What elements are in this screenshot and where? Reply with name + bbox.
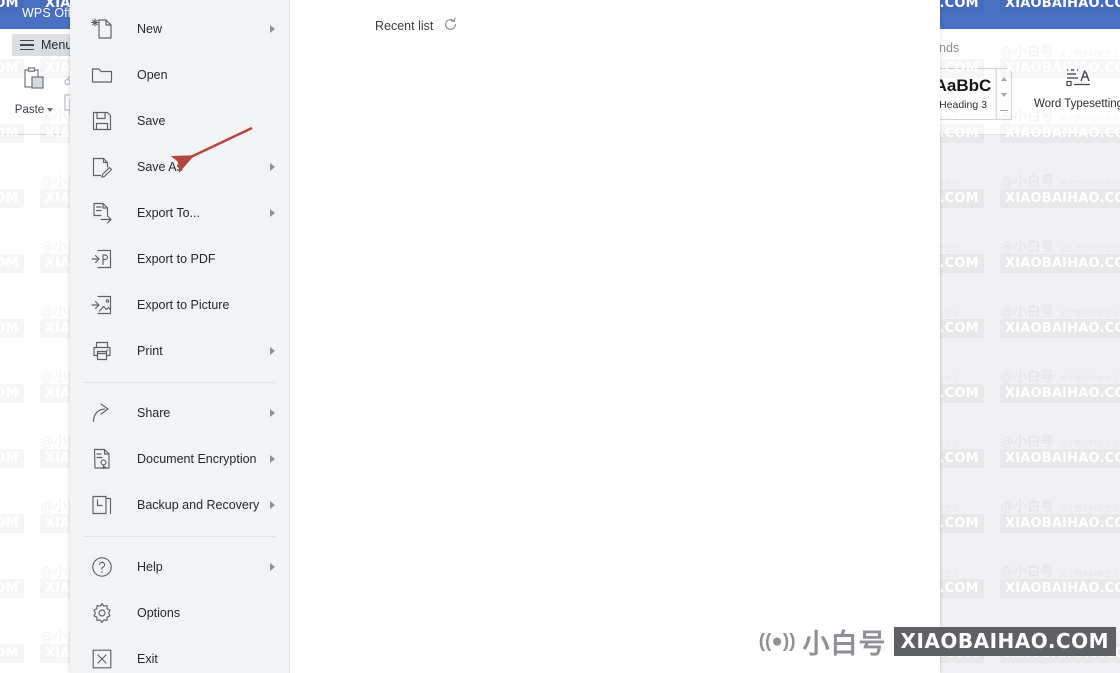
menu-item-options[interactable]: Options [70,590,289,636]
submenu-chevron-icon [270,563,275,571]
printer-icon [90,339,114,363]
menu-item-document-encryption[interactable]: Document Encryption [70,436,289,482]
word-typesetting-label: Word Typesetting [1034,98,1120,110]
style-preview-3: AaBbC [934,76,992,95]
submenu-chevron-icon [270,347,275,355]
document-lock-icon [90,447,114,471]
menu-item-label: Help [137,560,163,574]
hamburger-icon [20,39,34,51]
menu-item-new[interactable]: New [70,6,289,52]
recent-list-header: Recent list [375,17,458,35]
menu-item-export-to-pdf[interactable]: Export to PDF [70,236,289,282]
close-box-icon [90,647,114,671]
menu-item-label: Export to Picture [137,298,230,312]
chevron-down-icon [47,108,54,112]
menu-item-label: Share [137,406,171,420]
app-title: WPS Offi [22,6,74,20]
scroll-up-icon[interactable] [1001,77,1007,82]
menu-item-exit[interactable]: Exit [70,636,289,673]
style-name-3: Heading 3 [939,99,987,111]
menu-item-label: New [137,22,163,36]
expand-gallery-icon[interactable] [1000,109,1008,111]
menu-item-label: Print [137,344,163,358]
menu-button-label: Menu [41,38,73,52]
word-typesetting-button[interactable]: Word Typesetting [1034,66,1120,110]
menu-item-help[interactable]: Help [70,544,289,590]
menu-item-save-as[interactable]: Save As [70,144,289,190]
share-arrow-icon [90,401,114,425]
submenu-chevron-icon [270,25,275,33]
submenu-chevron-icon [270,163,275,171]
recent-list-label: Recent list [375,19,434,33]
brand-domain: XIAOBAIHAO.COM [893,627,1116,656]
menu-item-label: Export To... [137,206,200,220]
broadcast-icon: ((●)) [758,630,796,652]
submenu-chevron-icon [270,455,275,463]
menu-item-export-to-picture[interactable]: Export to Picture [70,282,289,328]
menu-item-label: Open [137,68,168,82]
menu-item-label: Export to PDF [137,252,216,266]
submenu-chevron-icon [270,409,275,417]
style-heading-3[interactable]: AaBbC Heading 3 [931,69,996,119]
menu-separator [84,536,275,537]
menu-item-label: Backup and Recovery [137,498,260,512]
scroll-down-icon[interactable] [1001,93,1007,98]
paste-label: Paste [15,104,54,116]
file-backstage-menu: New Open Save Save As Export To... Export to … [70,0,940,673]
new-document-icon [90,17,114,41]
backup-recovery-icon [90,493,114,517]
menu-item-open[interactable]: Open [70,52,289,98]
submenu-chevron-icon [270,501,275,509]
menu-item-print[interactable]: Print [70,328,289,374]
submenu-chevron-icon [270,209,275,217]
menu-item-label: Exit [137,652,158,666]
brand-watermark: ((●)) 小白号 XIAOBAIHAO.COM [759,622,1116,661]
menu-item-label: Save [137,114,166,128]
wps-office-window: WPS Offi Menu Paste AaBbC Heading 3 Word… [0,0,1120,673]
backstage-recent-panel: Recent list [290,0,940,673]
backstage-menu-list: New Open Save Save As Export To... Export to … [70,0,290,673]
menu-item-label: Options [137,606,181,620]
style-gallery-scroller[interactable] [996,69,1011,119]
floppy-disk-icon [90,109,114,133]
menu-item-share[interactable]: Share [70,390,289,436]
paste-button[interactable]: Paste [8,66,60,116]
typesetting-icon [1065,66,1093,93]
menu-item-export-to[interactable]: Export To... [70,190,289,236]
refresh-icon[interactable] [443,17,458,35]
menu-item-save[interactable]: Save [70,98,289,144]
gear-icon [90,601,114,625]
brand-name-cn: 小白号 [802,629,887,660]
export-to-icon [90,201,114,225]
save-as-pencil-icon [90,155,114,179]
menu-separator [84,382,275,383]
folder-open-icon [90,63,114,87]
export-picture-icon [90,293,114,317]
menu-item-label: Save As [137,160,183,174]
menu-item-backup-and-recovery[interactable]: Backup and Recovery [70,482,289,528]
question-circle-icon [90,555,114,579]
menu-item-label: Document Encryption [137,452,257,466]
clipboard-icon [19,66,49,101]
export-pdf-icon [90,247,114,271]
